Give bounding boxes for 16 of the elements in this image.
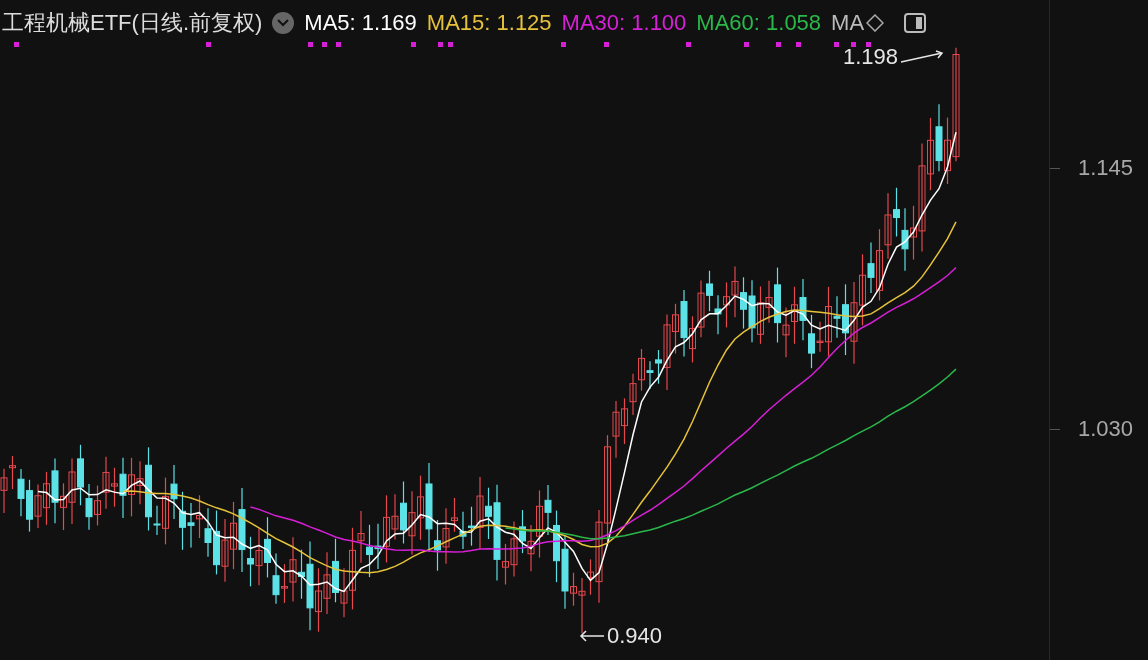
indicator-value: MA30: 1.100 — [561, 9, 687, 37]
high-price-label: 1.198 — [843, 44, 899, 70]
low-price-label: 0.940 — [607, 623, 663, 649]
dropdown-button[interactable] — [272, 12, 295, 34]
indicator-value: MA60: 1.058 — [696, 9, 822, 37]
axis-tick-label: 1.030 — [1078, 416, 1134, 442]
chart-title: 工程机械ETF(日线.前复权) — [1, 9, 263, 37]
indicator-value: MA — [831, 9, 865, 37]
panel-toggle-icon[interactable] — [904, 13, 927, 33]
arrow-icon — [579, 630, 605, 642]
axis-tick-label: 1.145 — [1078, 155, 1134, 181]
chevron-down-icon — [277, 19, 290, 27]
indicator-value: MA5: 1.169 — [304, 9, 417, 37]
arrow-icon — [900, 50, 945, 64]
diamond-icon[interactable] — [866, 14, 885, 32]
indicator-value: MA15: 1.125 — [426, 9, 552, 37]
